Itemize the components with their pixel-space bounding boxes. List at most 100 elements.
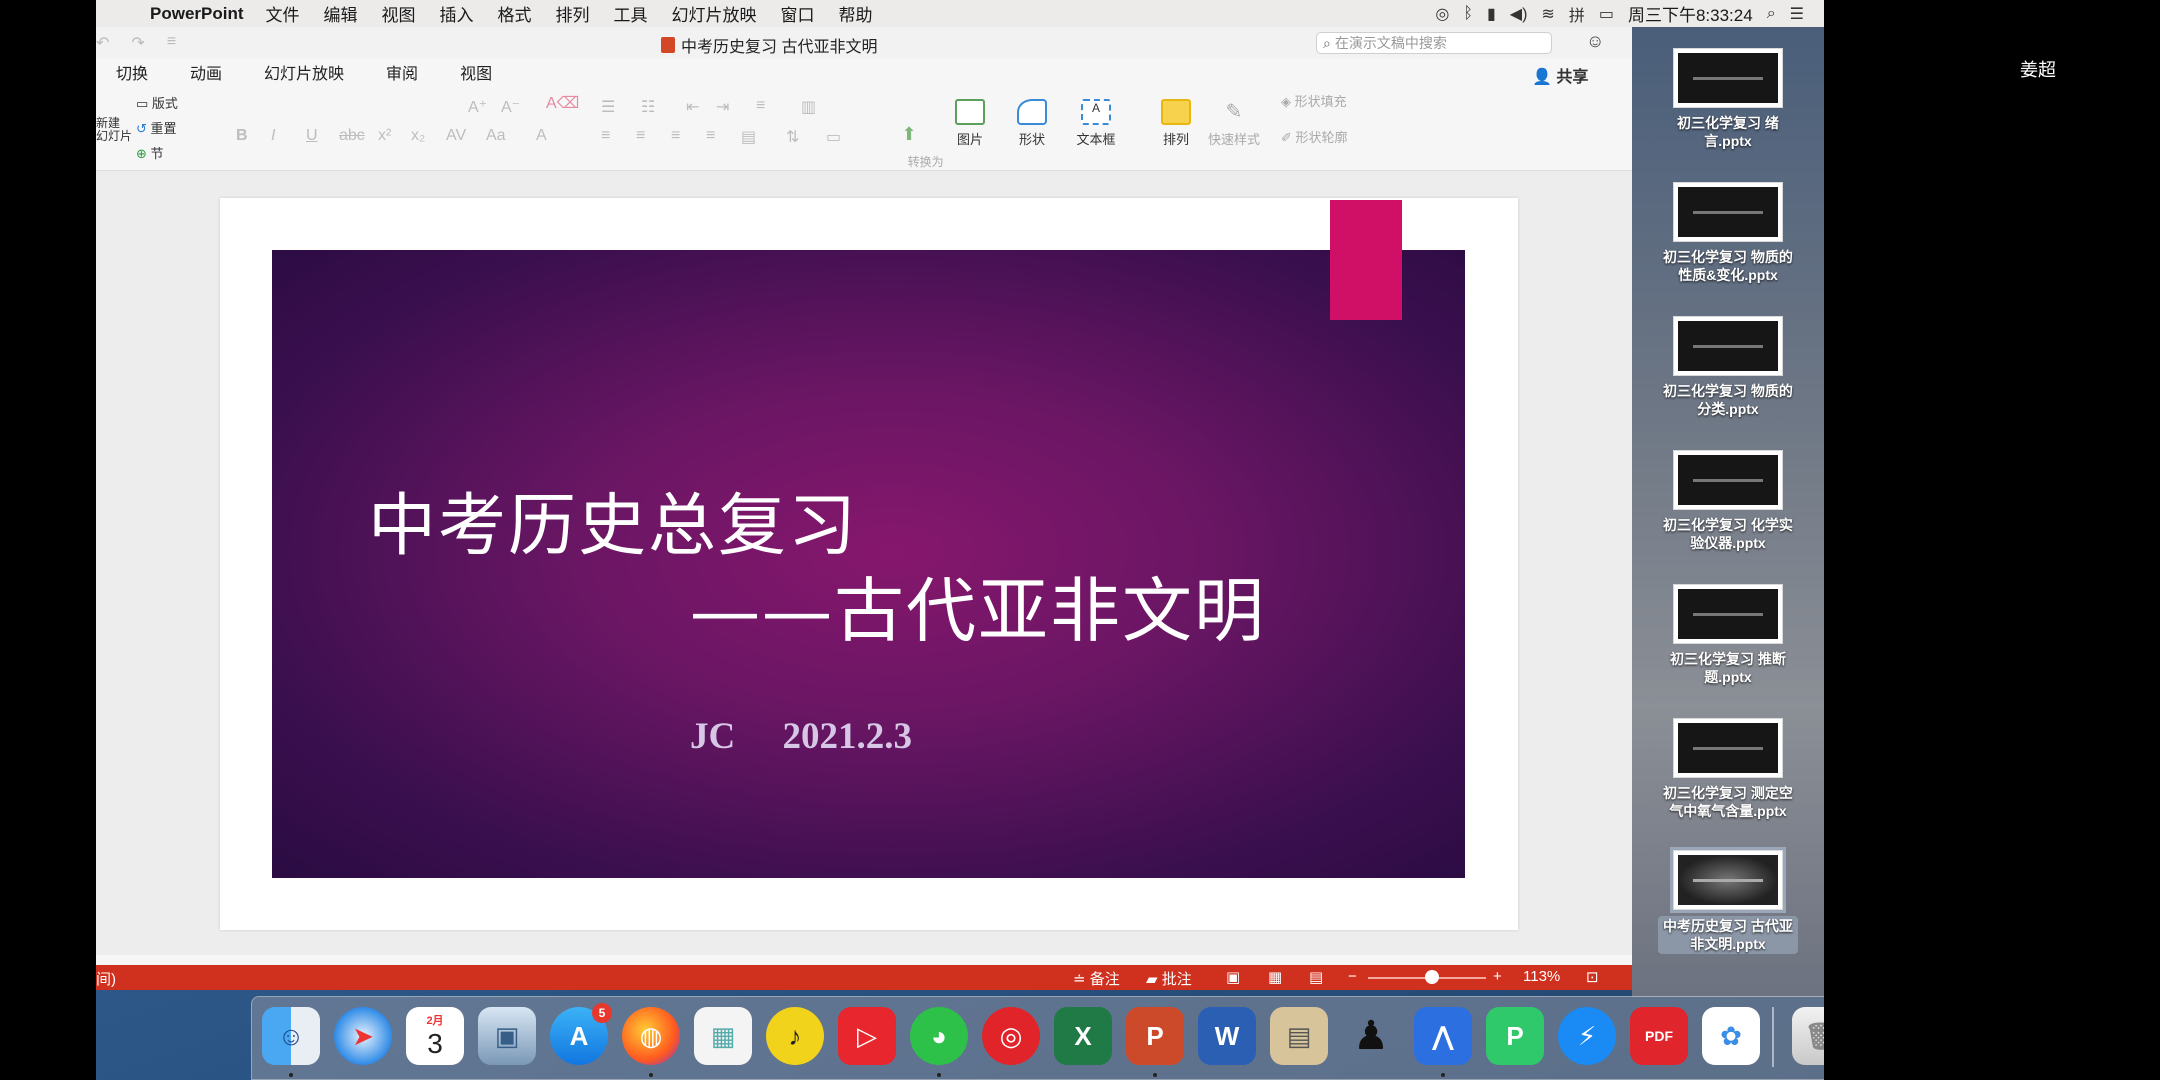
calendar-icon[interactable]: 2月 3 [406, 1007, 464, 1065]
line-spacing-icon[interactable]: ≡ [756, 97, 765, 115]
sync-icon[interactable]: ◎ [1435, 4, 1449, 24]
bold-button[interactable]: B [236, 127, 248, 145]
firefox-icon[interactable]: ◍ [622, 1007, 680, 1065]
align-right-icon[interactable]: ≡ [671, 127, 680, 145]
menu-view[interactable]: 视图 [382, 1, 416, 26]
tab-slideshow[interactable]: 幻灯片放映 [264, 60, 344, 84]
notes-pad-icon[interactable]: ▤ [1270, 1007, 1328, 1065]
slide-author-date[interactable]: JC 2021.2.3 [690, 715, 912, 758]
notes-button[interactable]: ≐ 备注 [1073, 968, 1120, 989]
pages-app-icon[interactable]: P [1486, 1007, 1544, 1065]
outdent-icon[interactable]: ⇤ [686, 97, 699, 117]
music-app-icon[interactable]: ♪ [766, 1007, 824, 1065]
slide-page[interactable]: 中考历史总复习 ——古代亚非文明 JC 2021.2.3 [220, 198, 1518, 930]
video-app-icon[interactable]: ▷ [838, 1007, 896, 1065]
zoom-out-icon[interactable]: − [1348, 968, 1357, 985]
image-viewer-icon[interactable]: ▦ [694, 1007, 752, 1065]
insert-picture-button[interactable]: 图片 [950, 99, 990, 148]
zoom-slider-knob[interactable] [1425, 970, 1439, 984]
spotlight-search-icon[interactable]: ⌕ [1767, 5, 1776, 23]
safari-icon[interactable]: ➤ [334, 1007, 392, 1065]
slide-sorter-icon[interactable]: ▦ [1268, 968, 1282, 986]
app-name-menu[interactable]: PowerPoint [150, 4, 244, 24]
align-left-icon[interactable]: ≡ [601, 127, 610, 145]
increase-font-icon[interactable]: A⁺ [468, 97, 487, 117]
preview-photos-icon[interactable]: ▣ [478, 1007, 536, 1065]
undo-icon[interactable]: ↶ [96, 33, 109, 53]
thunder-icon[interactable]: ⚡ [1558, 1007, 1616, 1065]
align-text-icon[interactable]: ▭ [826, 127, 841, 147]
desktop-file[interactable]: 初三化学复习 化学实验仪器.pptx [1658, 450, 1798, 552]
trash-icon[interactable]: 🗑 [1792, 1007, 1824, 1065]
word-icon[interactable]: W [1198, 1007, 1256, 1065]
align-center-icon[interactable]: ≡ [636, 127, 645, 145]
comments-button[interactable]: ▰ 批注 [1146, 968, 1192, 989]
wifi-icon[interactable]: ≋ [1541, 4, 1554, 24]
excel-icon[interactable]: X [1054, 1007, 1112, 1065]
clear-formatting-icon[interactable]: A⌫ [546, 93, 579, 113]
cloud-drive-icon[interactable]: ✿ [1702, 1007, 1760, 1065]
redo-icon[interactable]: ↷ [131, 33, 144, 53]
justify-icon[interactable]: ≡ [706, 127, 715, 145]
menu-help[interactable]: 帮助 [839, 1, 873, 26]
reset-button[interactable]: ↺ 重置 [136, 118, 177, 137]
quick-styles-button[interactable]: ✎ 快速样式 [1206, 99, 1262, 148]
insert-shape-button[interactable]: 形状 [1012, 99, 1052, 148]
battery-app-icon[interactable]: ▮ [1487, 4, 1496, 24]
normal-view-icon[interactable]: ▣ [1226, 968, 1240, 986]
tab-transitions[interactable]: 切换 [116, 60, 148, 84]
desktop-file[interactable]: 初三化学复习 绪言.pptx [1658, 48, 1798, 150]
insert-textbox-button[interactable]: A 文本框 [1074, 99, 1118, 148]
new-slide-button[interactable]: 新建 幻灯片 [96, 117, 132, 143]
columns-icon[interactable]: ▥ [801, 97, 816, 117]
search-field[interactable]: ⌕ 在演示文稿中搜索 [1316, 32, 1552, 54]
superscript-button[interactable]: x² [378, 127, 391, 145]
finder-icon[interactable]: ☺ [262, 1007, 320, 1065]
share-button[interactable]: 👤 共享 [1532, 63, 1588, 87]
menu-insert[interactable]: 插入 [440, 1, 474, 26]
tab-animations[interactable]: 动画 [190, 60, 222, 84]
underline-button[interactable]: U [306, 127, 318, 145]
clock[interactable]: 周三下午8:33:24 [1628, 1, 1753, 26]
menu-file[interactable]: 文件 [266, 1, 300, 26]
notification-center-icon[interactable]: ☰ [1790, 4, 1804, 24]
reading-view-icon[interactable]: ▤ [1309, 968, 1323, 986]
slide-subtitle[interactable]: ——古代亚非文明 [690, 555, 1266, 656]
mindmap-app-icon[interactable]: ⋀ [1414, 1007, 1472, 1065]
menu-edit[interactable]: 编辑 [324, 1, 358, 26]
indent-icon[interactable]: ⇥ [716, 97, 729, 117]
arrange-button[interactable]: 排列 [1156, 99, 1196, 148]
input-method-icon[interactable]: 拼 [1569, 2, 1585, 26]
customize-toolbar-icon[interactable]: ≡ [167, 33, 176, 53]
tab-view[interactable]: 视图 [460, 60, 492, 84]
zoom-percent[interactable]: 113% [1523, 968, 1560, 985]
subscript-button[interactable]: x₂ [411, 127, 425, 145]
section-button[interactable]: ⊕ 节 [136, 143, 164, 162]
strikethrough-button[interactable]: abc [339, 127, 365, 145]
change-case-button[interactable]: Aa [486, 127, 506, 145]
desktop-file[interactable]: 初三化学复习 推断题.pptx [1658, 584, 1798, 686]
font-color-button[interactable]: A [536, 127, 547, 145]
fit-to-window-icon[interactable]: ⊡ [1586, 968, 1599, 986]
bullets-icon[interactable]: ☰ [601, 97, 615, 117]
menu-arrange[interactable]: 排列 [556, 1, 590, 26]
numbering-icon[interactable]: ☷ [641, 97, 655, 117]
menu-format[interactable]: 格式 [498, 1, 532, 26]
desktop-file[interactable]: 初三化学复习 物质的性质&变化.pptx [1658, 182, 1798, 284]
bluetooth-icon[interactable]: ᛒ [1463, 5, 1473, 23]
zoom-in-icon[interactable]: + [1493, 968, 1502, 985]
netease-music-icon[interactable]: ◎ [982, 1007, 1040, 1065]
pdf-app-icon[interactable]: PDF [1630, 1007, 1688, 1065]
layout-button[interactable]: ▭ 版式 [136, 93, 178, 112]
volume-icon[interactable]: ◀) [1510, 4, 1528, 24]
menu-slideshow[interactable]: 幻灯片放映 [672, 1, 757, 26]
desktop-file[interactable]: 初三化学复习 物质的分类.pptx [1658, 316, 1798, 418]
feedback-smiley-icon[interactable]: ☺ [1586, 31, 1604, 52]
tab-review[interactable]: 审阅 [386, 60, 418, 84]
powerpoint-icon[interactable]: P [1126, 1007, 1184, 1065]
shape-fill-button[interactable]: ◈ 形状填充 [1281, 91, 1347, 110]
wechat-icon[interactable]: ◕ [910, 1007, 968, 1065]
italic-button[interactable]: I [271, 127, 275, 145]
desktop-file-selected[interactable]: 中考历史复习 古代亚非文明.pptx [1658, 847, 1798, 954]
menu-tools[interactable]: 工具 [614, 1, 648, 26]
